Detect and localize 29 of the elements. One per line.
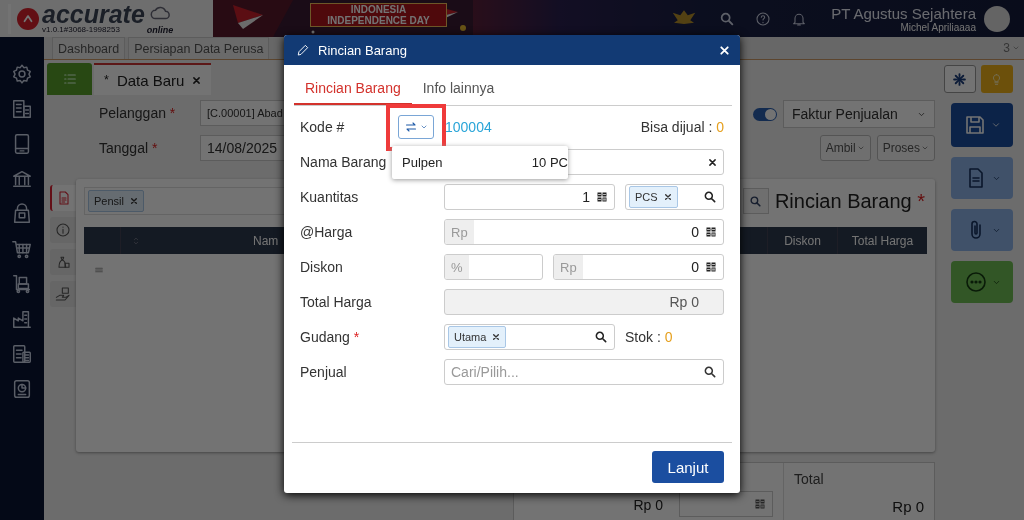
panel-title: Rincian Barang * — [774, 189, 925, 213]
dialog-title: Rincian Barang — [318, 42, 408, 58]
field-label: Diskon — [300, 259, 343, 275]
column-header: Nam — [253, 233, 279, 248]
input-field: Rp 0 — [444, 289, 724, 315]
banner-text: INDEPENDENCE DAY — [326, 15, 431, 26]
column-header: Diskon — [767, 227, 837, 254]
field-label: @Harga — [300, 224, 353, 240]
stock-text: Stok : 0 — [625, 329, 673, 345]
subtotal-value: Rp 0 — [633, 497, 663, 515]
total-label: Total — [794, 471, 825, 487]
field-label: Total Harga — [300, 294, 372, 310]
field-label: Gudang * — [300, 329, 360, 345]
field-label: Nama Barang — [300, 154, 387, 170]
user-name: Michel Apriliaaaa — [900, 21, 976, 33]
field-label: Penjual — [300, 364, 347, 380]
column-header: Total Harga — [837, 227, 927, 254]
banner-text: INDONESIA — [349, 4, 408, 15]
field-label: Kode # — [300, 119, 345, 135]
app-logo: accurate — [42, 3, 145, 25]
field-label: Tanggal * — [99, 140, 159, 156]
logo-tagline: online — [146, 24, 174, 35]
total-value: Rp 0 — [892, 498, 924, 515]
item-code: 100004 — [445, 119, 492, 135]
field-label: Pelanggan * — [99, 105, 177, 121]
field-label: Kuantitas — [300, 189, 359, 205]
company-name: PT Agustus Sejahtera — [831, 4, 976, 22]
sellable-stock: Bisa dijual : 0 — [640, 119, 724, 135]
version-text: v1.0.1#3068-1998253 — [42, 25, 121, 34]
